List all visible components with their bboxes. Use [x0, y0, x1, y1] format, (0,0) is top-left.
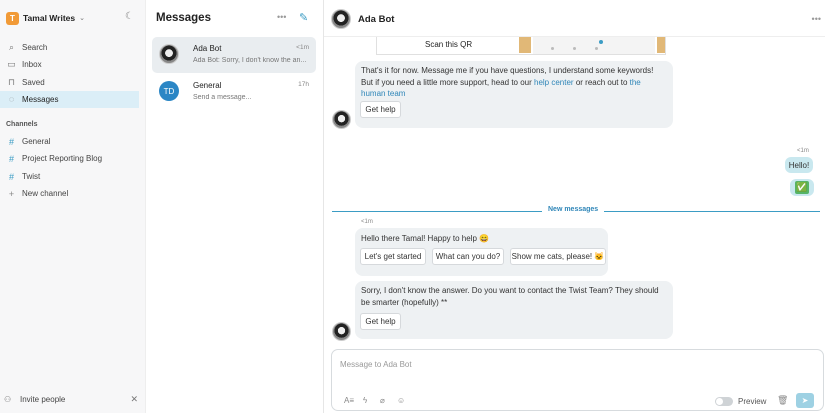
conversation-preview: Ada Bot: Sorry, I don't know the an... [193, 57, 307, 64]
message-input[interactable]: Message to Ada Bot [340, 360, 412, 369]
chat-pane: Scan this QR Ada Bot ••• That's it for n… [324, 0, 825, 413]
conversation-item-general[interactable]: TD General 17h Send a message... [152, 74, 316, 110]
check-mark-icon: ✅ [795, 181, 809, 194]
preview-toggle[interactable] [715, 397, 733, 406]
more-options-icon[interactable]: ••• [277, 12, 286, 22]
channel-label: General [22, 137, 51, 146]
nav-search-label: Search [22, 43, 48, 52]
message-text: Hello there Tamal! Happy to help 😄 [361, 234, 490, 243]
get-help-button[interactable]: Get help [360, 313, 401, 330]
message-bubble: That's it for now. Message me if you hav… [355, 61, 673, 128]
message-composer[interactable]: Message to Ada Bot A≡ ϟ ⌀ ☺ Preview 🗑 ➤ [331, 349, 824, 411]
nav-messages-label: Messages [22, 95, 59, 104]
search-icon: ⌕ [8, 42, 15, 52]
show-me-cats-button[interactable]: Show me cats, please! 🐱 [510, 248, 606, 265]
image-dot [573, 47, 576, 50]
outgoing-message: Hello! [785, 157, 813, 173]
new-channel-label: New channel [22, 189, 69, 198]
channel-project-reporting-blog[interactable]: # Project Reporting Blog [0, 150, 139, 167]
hash-icon: # [8, 136, 14, 147]
more-options-icon[interactable]: ••• [812, 14, 821, 24]
chevron-down-icon: ⌄ [79, 15, 85, 22]
bookmark-icon: ⊓ [7, 77, 16, 87]
conversation-item-ada-bot[interactable]: Ada Bot <1m Ada Bot: Sorry, I don't know… [152, 37, 316, 73]
avatar [331, 9, 351, 29]
image-dot [599, 40, 603, 44]
new-channel-button[interactable]: + New channel [0, 185, 139, 202]
avatar [159, 44, 179, 64]
chat-header: Ada Bot ••• [324, 0, 825, 37]
moon-icon[interactable]: ☾ [125, 12, 135, 22]
conversation-time: <1m [296, 44, 309, 51]
send-button[interactable]: ➤ [796, 393, 814, 408]
channels-heading: Channels [6, 121, 38, 128]
hash-icon: # [8, 153, 14, 164]
image-fragment [519, 37, 531, 53]
workspace-switcher[interactable]: T Tamal Writes ⌄ [6, 11, 85, 25]
nav-search[interactable]: ⌕ Search [0, 39, 139, 56]
compose-icon[interactable]: ✎ [299, 11, 308, 24]
lets-get-started-button[interactable]: Let's get started [360, 248, 426, 265]
hash-icon: # [8, 171, 14, 182]
conversation-name: General [193, 81, 222, 90]
message-time: <1m [797, 148, 809, 154]
attachment-icon[interactable]: ⌀ [380, 396, 385, 405]
channel-twist[interactable]: # Twist [0, 168, 139, 185]
emoji-icon[interactable]: ☺ [397, 396, 405, 405]
channel-label: Project Reporting Blog [22, 154, 103, 163]
workspace-name: Tamal Writes [23, 13, 76, 23]
message-text: or reach out to [573, 77, 630, 87]
message-time: <1m [361, 219, 373, 225]
plus-icon: + [8, 188, 15, 199]
qr-caption: Scan this QR [425, 40, 473, 49]
add-user-icon: ⚇ [4, 394, 12, 404]
invite-label: Invite people [20, 394, 66, 404]
lightning-icon[interactable]: ϟ [363, 396, 367, 405]
text-format-icon[interactable]: A≡ [344, 396, 354, 405]
preview-label: Preview [738, 397, 767, 406]
chat-bubble-icon: ◌ [8, 94, 15, 104]
sidebar: T Tamal Writes ⌄ ☾ ⌕ Search ▭ Inbox ⊓ Sa… [0, 0, 146, 413]
avatar [332, 322, 351, 341]
workspace-logo: T [6, 11, 19, 25]
outgoing-message: ✅ [790, 179, 814, 196]
nav-saved[interactable]: ⊓ Saved [0, 74, 139, 91]
image-fragment [533, 37, 655, 54]
channel-label: Twist [22, 172, 41, 181]
get-help-button[interactable]: Get help [360, 101, 401, 118]
nav-messages[interactable]: ◌ Messages [0, 91, 139, 108]
new-messages-label: New messages [542, 206, 605, 213]
image-dot [551, 47, 554, 50]
help-center-link[interactable]: help center [534, 78, 574, 87]
nav-saved-label: Saved [22, 78, 45, 87]
image-fragment [657, 37, 665, 53]
trash-icon[interactable]: 🗑 [777, 395, 788, 406]
avatar: TD [159, 81, 179, 101]
avatar [332, 110, 351, 129]
conversation-name: Ada Bot [193, 44, 222, 53]
conversation-list: Messages ••• ✎ Ada Bot <1m Ada Bot: Sorr… [146, 0, 324, 413]
inbox-icon: ▭ [7, 59, 16, 69]
nav-inbox-label: Inbox [22, 60, 42, 69]
what-can-you-do-button[interactable]: What can you do? [432, 248, 504, 265]
list-title: Messages [156, 12, 211, 24]
conversation-preview: Send a message... [193, 94, 252, 101]
more-icon[interactable]: ••• [361, 100, 667, 112]
chat-title: Ada Bot [358, 14, 395, 25]
message-text: Sorry, I don't know the answer. Do you w… [361, 286, 659, 307]
channel-general[interactable]: # General [0, 133, 139, 150]
qr-image-card: Scan this QR [376, 37, 666, 55]
close-icon[interactable]: ✕ [130, 394, 138, 405]
message-bubble: Sorry, I don't know the answer. Do you w… [355, 281, 673, 339]
image-dot [595, 47, 598, 50]
conversation-time: 17h [298, 81, 309, 88]
nav-inbox[interactable]: ▭ Inbox [0, 56, 139, 73]
invite-people-button[interactable]: ⚇ Invite people ✕ [4, 392, 138, 406]
